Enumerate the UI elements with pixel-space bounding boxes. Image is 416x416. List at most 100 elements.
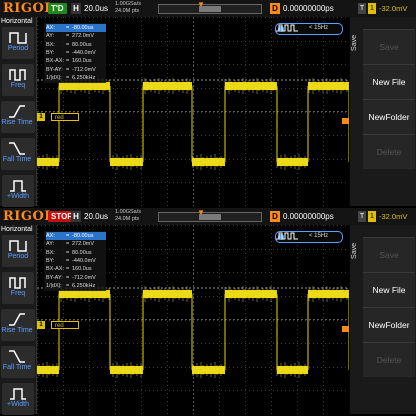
cursor-equals: = xyxy=(66,74,70,81)
acquisition-info: 1.00GSa/s 24.0M pts xyxy=(115,1,141,15)
rise-time-label: Rise Time xyxy=(1,119,33,126)
save-menu-title: Save xyxy=(351,243,358,259)
cursor-equals: = xyxy=(66,49,70,56)
cursor-key: BY-AY: xyxy=(46,66,63,73)
waveform-display[interactable]: AX: = -80.00us AY: = 272.0mV BX: = 80.00us BY: = -4… xyxy=(37,17,349,206)
cursor-key: BX-AX: xyxy=(46,58,65,65)
waveform-segment xyxy=(143,82,192,90)
cursor-key: BY: xyxy=(46,257,55,264)
waveform-display[interactable]: AX: = -80.00us AY: = 272.0mV BX: = 80.00us BY: = -4… xyxy=(37,225,349,414)
new-file-button[interactable]: New File xyxy=(363,64,415,99)
scope-panel-bottom: RIGOL STOP H 20.0us 1.00GSa/s 24.0M pts … xyxy=(0,208,416,415)
freq-button[interactable]: Freq xyxy=(2,272,34,304)
trigger-source: 1 xyxy=(368,3,376,14)
memory-position-strip xyxy=(158,212,262,222)
frequency-counter[interactable]: < 15Hz xyxy=(275,23,343,35)
pos-width-label: +Width xyxy=(7,193,29,200)
timebase-value: 20.0us xyxy=(84,212,109,221)
square-wave-icon xyxy=(276,24,298,32)
frequency-value: < 15Hz xyxy=(309,233,329,239)
cursor-key: AX: xyxy=(46,25,55,31)
rise-time-icon xyxy=(9,105,25,118)
fall-time-icon xyxy=(9,142,25,155)
trigger-label: T xyxy=(358,211,366,222)
channel-1-marker[interactable]: 1 xyxy=(37,113,45,121)
cursor-readout-panel: AX: = -80.00us AY: = 272.0mV BX: = 80.00us BY: = -4… xyxy=(44,231,106,291)
fall-time-icon xyxy=(9,350,25,363)
cursor-key: BX-AX: xyxy=(46,266,65,273)
trigger-delay-value: 0.00000000ps xyxy=(283,4,334,13)
delay-label: D xyxy=(270,211,280,222)
channel-1-marker[interactable]: 1 xyxy=(37,321,45,329)
new-folder-button[interactable]: NewFolder xyxy=(363,99,415,134)
memory-position-strip xyxy=(158,4,262,14)
cursor-equals: = xyxy=(66,274,70,281)
save-menu-title: Save xyxy=(351,35,358,51)
memory-depth: 24.0M pts xyxy=(115,216,140,222)
period-button[interactable]: Period xyxy=(2,235,34,267)
cursor-value: 80.00us xyxy=(72,249,92,256)
horizontal-label: H xyxy=(71,211,81,222)
scope-panel-top: RIGOL T'D H 20.0us 1.00GSa/s 24.0M pts ▼… xyxy=(0,0,416,207)
fall-time-label: Fall Time xyxy=(2,156,32,163)
cursor-value: 272.0mV xyxy=(72,241,95,248)
waveform-segment xyxy=(37,366,59,374)
frequency-counter[interactable]: < 15Hz xyxy=(275,231,343,243)
delay-label: D xyxy=(270,3,280,14)
acquisition-info: 1.00GSa/s 24.0M pts xyxy=(115,209,141,223)
rise-time-button[interactable]: Rise Time xyxy=(1,101,35,133)
waveform-segment xyxy=(277,158,308,166)
cursor-equals: = xyxy=(66,33,70,40)
save-button[interactable]: Save xyxy=(363,29,415,64)
cursor-value: 6.250kHz xyxy=(72,74,96,81)
delete-button[interactable]: Delete xyxy=(363,134,415,169)
run-state-badge[interactable]: T'D xyxy=(48,3,67,14)
new-file-button[interactable]: New File xyxy=(363,272,415,307)
frequency-value: < 15Hz xyxy=(309,25,329,31)
cursor-equals: = xyxy=(66,66,70,73)
trigger-label: T xyxy=(358,3,366,14)
cursor-value: 6.250kHz xyxy=(72,282,96,289)
fall-time-button[interactable]: Fall Time xyxy=(1,346,35,378)
cursor-value: 272.0mV xyxy=(72,33,95,40)
cursor-key: 1/|dX|: xyxy=(46,74,62,81)
pos-width-button[interactable]: +Width xyxy=(2,383,34,415)
period-icon xyxy=(9,240,27,252)
measure-menu: Horizontal Period Freq Rise Time Fall Ti… xyxy=(0,225,37,415)
cursor-key: BX: xyxy=(46,41,55,48)
rise-time-icon xyxy=(9,313,25,326)
memory-depth: 24.0M pts xyxy=(115,8,140,14)
freq-label: Freq xyxy=(10,290,26,297)
cursor-value: -80.00us xyxy=(72,233,94,239)
frequency-icon xyxy=(9,277,26,289)
reference-tag: red xyxy=(51,321,79,329)
cursor-value: -80.00us xyxy=(72,25,94,31)
delete-button[interactable]: Delete xyxy=(363,342,415,377)
save-button[interactable]: Save xyxy=(363,237,415,272)
freq-label: Freq xyxy=(10,82,26,89)
trigger-level-marker[interactable] xyxy=(342,326,349,332)
rise-time-label: Rise Time xyxy=(1,327,33,334)
sample-rate: 1.00GSa/s xyxy=(115,209,141,215)
cursor-row: AX: = -80.00us xyxy=(46,24,106,32)
trigger-delay-value: 0.00000000ps xyxy=(283,212,334,221)
cursor-key: AY: xyxy=(46,241,55,248)
frequency-icon xyxy=(9,69,26,81)
sample-rate: 1.00GSa/s xyxy=(115,1,141,7)
fall-time-button[interactable]: Fall Time xyxy=(1,138,35,170)
cursor-value: -440.0mV xyxy=(72,49,96,56)
reference-tag: red xyxy=(51,113,79,121)
new-folder-button[interactable]: NewFolder xyxy=(363,307,415,342)
cursor-equals: = xyxy=(66,266,70,273)
status-bar: RIGOL STOP H 20.0us 1.00GSa/s 24.0M pts … xyxy=(0,208,416,225)
save-menu: Save Save New File NewFolder Delete xyxy=(350,225,416,414)
measure-menu-title: Horizontal xyxy=(1,18,33,25)
pos-width-button[interactable]: +Width xyxy=(2,175,34,207)
rise-time-button[interactable]: Rise Time xyxy=(1,309,35,341)
pos-width-icon xyxy=(10,388,26,400)
trigger-level-marker[interactable] xyxy=(342,118,349,124)
freq-button[interactable]: Freq xyxy=(2,64,34,96)
cursor-equals: = xyxy=(66,41,70,48)
period-button[interactable]: Period xyxy=(2,27,34,59)
pos-width-icon xyxy=(10,180,26,192)
